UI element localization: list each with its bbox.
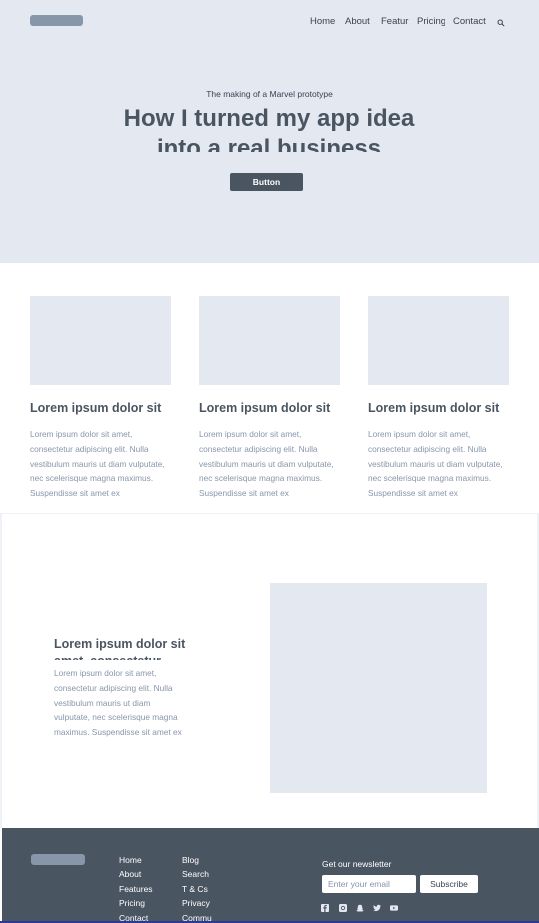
footer: Home About Features Pricing Contact Blog… bbox=[2, 828, 539, 923]
newsletter-title: Get our newsletter bbox=[322, 859, 392, 869]
nav-pricing[interactable]: Pricing bbox=[417, 16, 445, 27]
facebook-icon[interactable] bbox=[321, 904, 329, 912]
footer-link-about[interactable]: About bbox=[119, 867, 169, 881]
footer-links-col-1: Home About Features Pricing Contact bbox=[119, 853, 169, 923]
nav-features[interactable]: Featur bbox=[381, 16, 409, 27]
nav-contact[interactable]: Contact bbox=[453, 16, 486, 27]
instagram-icon[interactable] bbox=[339, 904, 347, 912]
card-title: Lorem ipsum dolor sit bbox=[30, 401, 162, 415]
newsletter-email-input[interactable] bbox=[322, 875, 416, 893]
search-icon[interactable] bbox=[497, 14, 505, 27]
snapchat-icon[interactable] bbox=[356, 904, 364, 912]
card-text: Lorem ipsum dolor sit amet, consectetur … bbox=[368, 429, 503, 499]
subscribe-button[interactable]: Subscribe bbox=[420, 875, 478, 893]
footer-link-terms[interactable]: T & Cs bbox=[182, 882, 218, 896]
footer-link-blog[interactable]: Blog bbox=[182, 853, 218, 867]
hero-title: How I turned my app idea into a real bus… bbox=[123, 105, 415, 152]
section-divider bbox=[0, 513, 539, 514]
card-image bbox=[368, 296, 509, 385]
youtube-icon[interactable] bbox=[390, 904, 398, 912]
card-text: Lorem ipsum dolor sit amet, consectetur … bbox=[199, 429, 334, 499]
card-image bbox=[199, 296, 340, 385]
footer-link-search[interactable]: Search bbox=[182, 867, 218, 881]
card-title: Lorem ipsum dolor sit bbox=[199, 401, 331, 415]
footer-link-features[interactable]: Features bbox=[119, 882, 169, 896]
logo[interactable] bbox=[30, 15, 83, 26]
hero-subtitle: The making of a Marvel prototype bbox=[206, 89, 333, 99]
feature-text: Lorem ipsum dolor sit amet, consectetur … bbox=[54, 668, 182, 738]
footer-link-home[interactable]: Home bbox=[119, 853, 169, 867]
card: Lorem ipsum dolor sit Lorem ipsum dolor … bbox=[368, 296, 509, 500]
card-text: Lorem ipsum dolor sit amet, consectetur … bbox=[30, 429, 165, 499]
hero-section: Home About Featur Pricing Contact The ma… bbox=[0, 0, 539, 263]
card-image bbox=[30, 296, 171, 385]
footer-link-privacy[interactable]: Privacy bbox=[182, 896, 218, 910]
card-title: Lorem ipsum dolor sit bbox=[368, 401, 500, 415]
card: Lorem ipsum dolor sit Lorem ipsum dolor … bbox=[30, 296, 171, 500]
nav-home[interactable]: Home bbox=[310, 16, 335, 27]
nav-about[interactable]: About bbox=[345, 16, 370, 27]
feature-image bbox=[270, 583, 487, 793]
hero-button[interactable]: Button bbox=[230, 173, 303, 191]
footer-link-pricing[interactable]: Pricing bbox=[119, 896, 169, 910]
section-border-left bbox=[0, 513, 2, 828]
twitter-icon[interactable] bbox=[373, 904, 381, 912]
footer-links-col-2: Blog Search T & Cs Privacy Commu bbox=[182, 853, 218, 923]
feature-title: Lorem ipsum dolor sit amet, consectetur bbox=[54, 637, 186, 660]
footer-logo[interactable] bbox=[31, 854, 85, 865]
card: Lorem ipsum dolor sit Lorem ipsum dolor … bbox=[199, 296, 340, 500]
